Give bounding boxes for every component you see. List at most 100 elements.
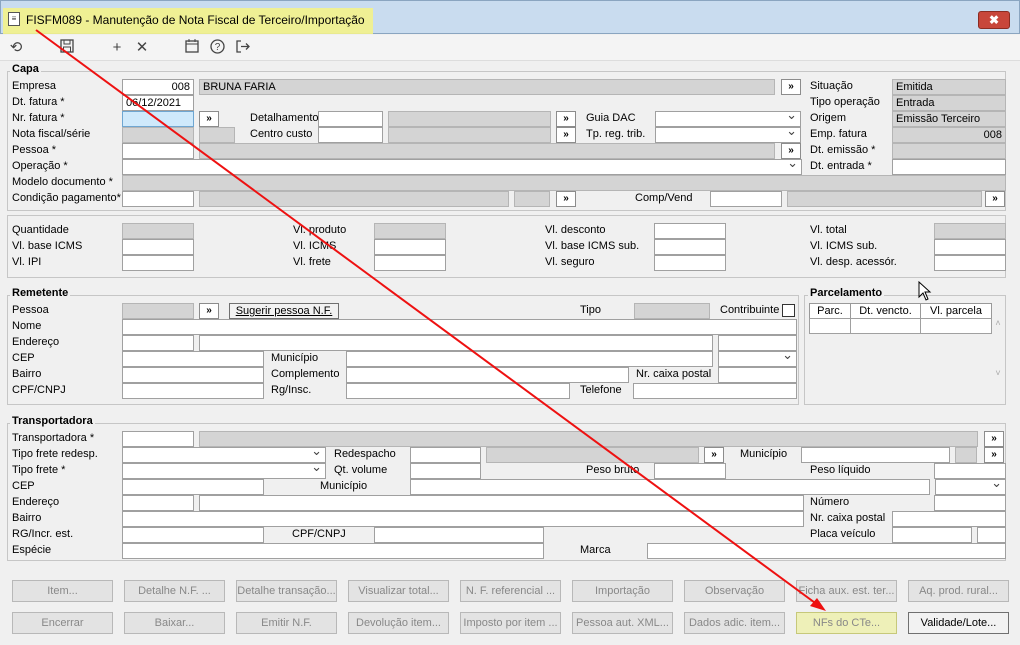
tipo-frete-redesp-select[interactable] [122,443,326,463]
tipo-frete-select[interactable] [122,459,326,479]
detalhe-nf-button[interactable]: Detalhe N.F. ... [124,580,225,602]
condicao-pagamento-field[interactable] [122,191,194,207]
empresa-code-field[interactable]: 008 [122,79,194,95]
dt-vencto-cell[interactable] [850,318,921,334]
transp-field[interactable] [122,431,194,447]
rem-telefone-field[interactable] [633,383,797,399]
desp-acessor-field[interactable] [934,255,1006,271]
icms-field[interactable] [374,239,446,255]
redespacho-lookup-button[interactable]: » [704,447,724,463]
help-icon[interactable]: ? [208,39,226,57]
window-scrollbar[interactable] [1009,62,1020,645]
aq-prod-rural-button[interactable]: Aq. prod. rural... [908,580,1009,602]
nf-referencial-button[interactable]: N. F. referencial ... [460,580,561,602]
pessoa-field[interactable] [122,143,194,159]
rem-rg-field[interactable] [346,383,570,399]
detalhamento-lookup-button[interactable]: » [556,111,576,127]
especie-field[interactable] [122,543,544,559]
transp-bairro-field[interactable] [122,511,804,527]
transp-cep-field[interactable] [122,479,264,495]
rem-cep-field[interactable] [122,351,264,367]
rem-bairro-field[interactable] [122,367,264,383]
vl-parcela-col-header[interactable]: Vl. parcela [920,303,992,319]
comp-vend-field[interactable] [710,191,782,207]
pessoa-aut-xml-button[interactable]: Pessoa aut. XML... [572,612,673,634]
transp-caixa-postal-field[interactable] [892,511,1006,527]
parcelamento-scrollbar[interactable]: ˄ ˅ [992,318,1004,398]
rem-cpf-field[interactable] [122,383,264,399]
visualizar-total-button[interactable]: Visualizar total... [348,580,449,602]
importacao-button[interactable]: Importação [572,580,673,602]
ficha-aux-button[interactable]: Ficha aux. est. ter... [796,580,897,602]
transp-endereco-desc[interactable] [199,495,804,511]
base-icms-field[interactable] [122,239,194,255]
rem-uf-select[interactable] [718,347,797,367]
dt-vencto-col-header[interactable]: Dt. vencto. [850,303,921,319]
qt-volume-field[interactable] [410,463,481,479]
delete-icon[interactable]: ✕ [133,39,151,57]
sugerir-pessoa-button[interactable]: Sugerir pessoa N.F. [229,303,339,319]
undo-icon[interactable]: ⟲ [7,39,25,57]
parc-col-header[interactable]: Parc. [809,303,851,319]
devolucao-item-button[interactable]: Devolução item... [348,612,449,634]
parc-cell[interactable] [809,318,851,334]
centro-custo-field[interactable] [318,127,383,143]
encerrar-button[interactable]: Encerrar [12,612,113,634]
imposto-por-item-button[interactable]: Imposto por item ... [460,612,561,634]
add-icon[interactable]: + [108,39,126,57]
seguro-field[interactable] [654,255,726,271]
placa-veiculo-field[interactable] [892,527,972,543]
rem-endereco-desc[interactable] [199,335,713,351]
dt-entrada-field[interactable] [892,159,1006,175]
rem-nome-field[interactable] [122,319,797,335]
transp-cpf-field[interactable] [374,527,544,543]
item-button[interactable]: Item... [12,580,113,602]
calendar-icon[interactable] [183,39,201,57]
nfs-do-cte-button[interactable]: NFs do CTe... [796,612,897,634]
icms-sub-field[interactable] [934,239,1006,255]
peso-bruto-field[interactable] [654,463,726,479]
placa-uf-field[interactable] [977,527,1006,543]
nr-fatura-field[interactable] [122,111,194,127]
transp-municipio-field[interactable] [801,447,950,463]
transp-municipio2-field[interactable] [410,479,930,495]
transp-endereco-field[interactable] [122,495,194,511]
dt-fatura-field[interactable]: 06/12/2021 [122,95,194,111]
comp-vend-lookup-button[interactable]: » [985,191,1005,207]
observacao-button[interactable]: Observação [684,580,785,602]
condicao-lookup-button[interactable]: » [556,191,576,207]
redespacho-field[interactable] [410,447,481,463]
transp-rg-field[interactable] [122,527,264,543]
empresa-lookup-button[interactable]: » [781,79,801,95]
dados-adic-item-button[interactable]: Dados adic. item... [684,612,785,634]
validade-lote-button[interactable]: Validade/Lote... [908,612,1009,634]
tp-reg-trib-select[interactable] [655,123,801,143]
marca-field[interactable] [647,543,1006,559]
operacao-select[interactable] [122,155,802,175]
emitir-nf-button[interactable]: Emitir N.F. [236,612,337,634]
rem-caixa-postal-field[interactable] [718,367,797,383]
detalhamento-field[interactable] [318,111,383,127]
desconto-field[interactable] [654,223,726,239]
exit-icon[interactable] [233,39,251,57]
frete-field[interactable] [374,255,446,271]
ipi-field[interactable] [122,255,194,271]
contribuinte-checkbox[interactable] [782,304,795,317]
transp-municipio-lookup-button[interactable]: » [984,447,1004,463]
transp-uf-select[interactable] [935,475,1006,495]
rem-municipio-field[interactable] [346,351,713,367]
rem-complemento-field[interactable] [346,367,629,383]
transp-lookup-button[interactable]: » [984,431,1004,447]
numero-field[interactable] [934,495,1006,511]
nr-fatura-lookup-button[interactable]: » [199,111,219,127]
vl-parcela-cell[interactable] [920,318,992,334]
detalhe-transacao-button[interactable]: Detalhe transação... [236,580,337,602]
rem-pessoa-lookup-button[interactable]: » [199,303,219,319]
centro-custo-lookup-button[interactable]: » [556,127,576,143]
guia-dac-select[interactable] [655,107,801,127]
base-icms-sub-field[interactable] [654,239,726,255]
rem-endereco-field[interactable] [122,335,194,351]
baixar-button[interactable]: Baixar... [124,612,225,634]
close-button[interactable]: ✖ [978,11,1010,29]
save-icon[interactable] [58,39,76,57]
